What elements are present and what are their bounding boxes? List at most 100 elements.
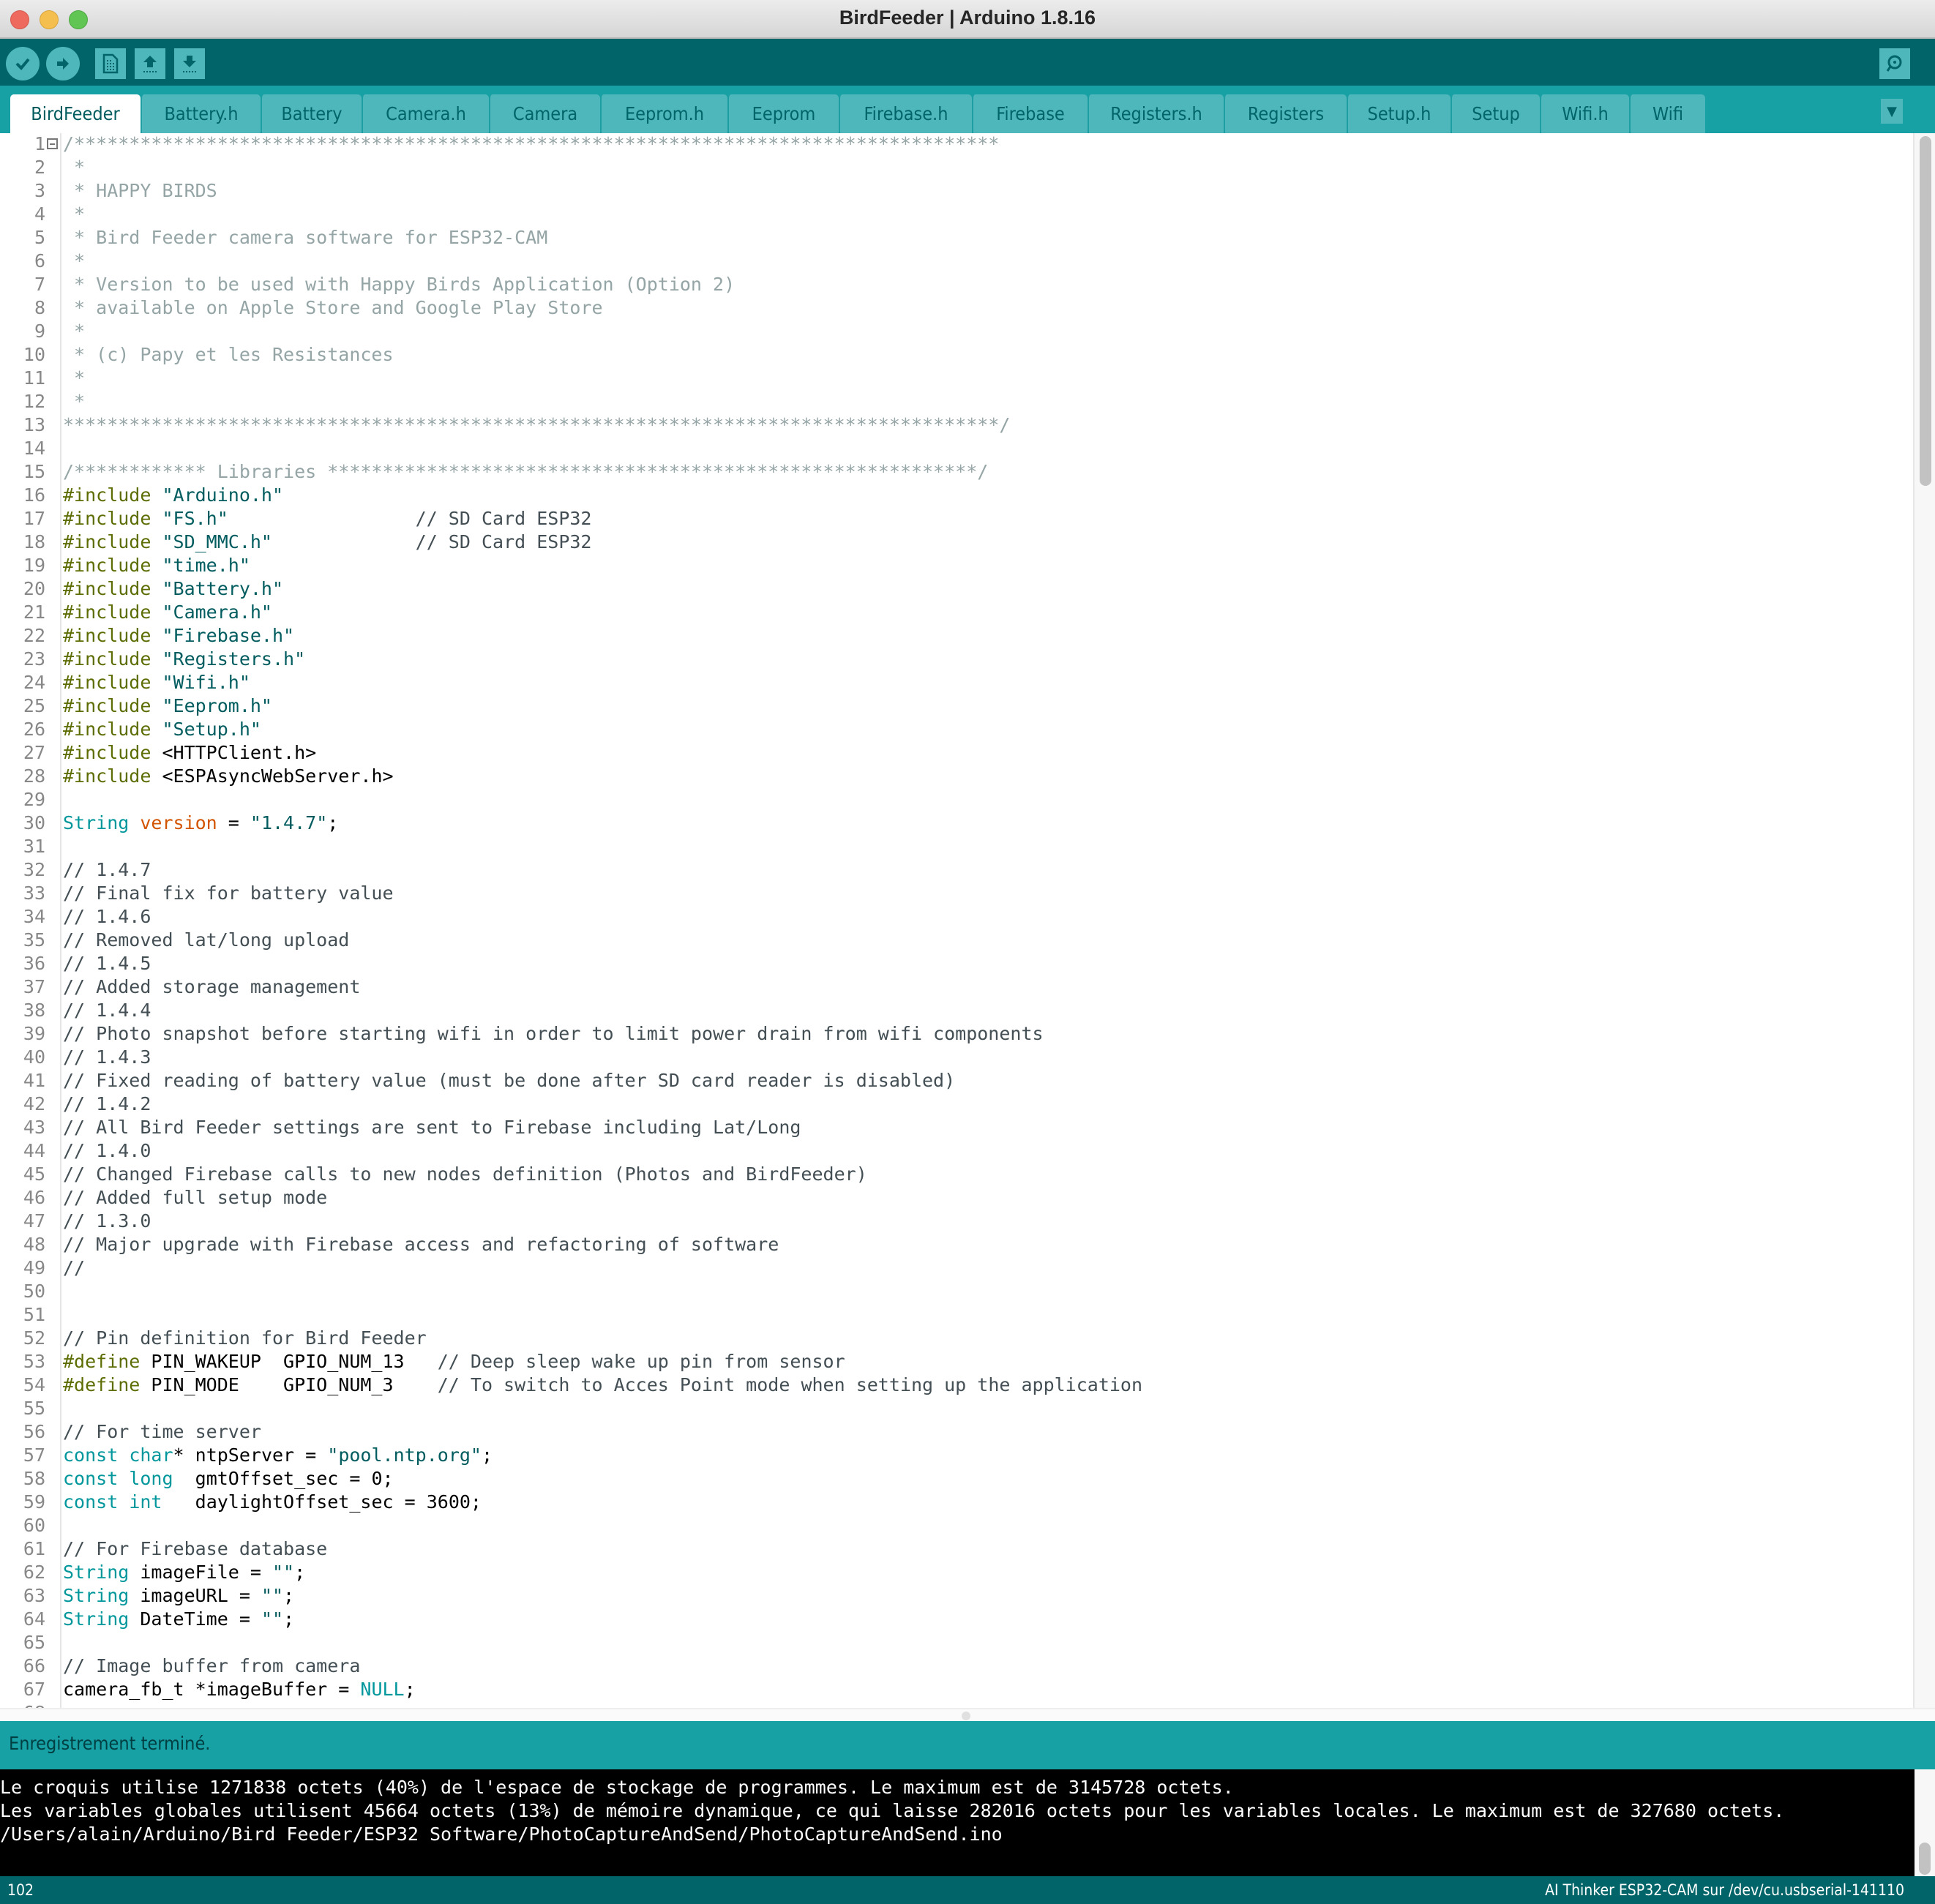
line-number: 1 bbox=[34, 133, 45, 154]
code-token: "Arduino.h" bbox=[162, 484, 284, 506]
tab-firebase-h[interactable]: Firebase.h bbox=[839, 94, 972, 133]
code-token: // SD Card ESP32 bbox=[415, 531, 592, 552]
line-number: 26 bbox=[23, 719, 45, 740]
code-text: const int daylightOffset_sec = 3600; bbox=[63, 1491, 482, 1513]
code-text: #include "Camera.h" bbox=[63, 601, 272, 623]
line-number: 59 bbox=[23, 1491, 45, 1513]
code-token: // All Bird Feeder settings are sent to … bbox=[63, 1117, 801, 1138]
code-token: #include bbox=[63, 672, 162, 693]
line-number: 35 bbox=[23, 929, 45, 951]
editor-vertical-scrollbar[interactable] bbox=[1913, 133, 1935, 1708]
tab-battery-h[interactable]: Battery.h bbox=[141, 94, 261, 133]
line-number: 55 bbox=[23, 1398, 45, 1419]
line-number: 10 bbox=[23, 344, 45, 365]
code-token: * bbox=[63, 391, 86, 412]
tab-eeprom-h[interactable]: Eeprom.h bbox=[600, 94, 727, 133]
code-token: // Photo snapshot before starting wifi i… bbox=[63, 1023, 1044, 1044]
code-token: DateTime = bbox=[129, 1608, 261, 1630]
line-number: 49 bbox=[23, 1257, 45, 1278]
fold-collapse-icon[interactable] bbox=[47, 138, 58, 149]
line-number: 13 bbox=[23, 414, 45, 435]
tab-camera-h[interactable]: Camera.h bbox=[362, 94, 489, 133]
code-token: // 1.4.6 bbox=[63, 906, 151, 927]
status-bar: Enregistrement terminé. bbox=[0, 1721, 1935, 1769]
arrow-up-icon bbox=[143, 56, 157, 72]
code-token: // Fixed reading of battery value (must … bbox=[63, 1070, 956, 1091]
tab-wifi[interactable]: Wifi bbox=[1629, 94, 1705, 133]
code-editor[interactable]: 1 /**************************************… bbox=[0, 133, 1935, 1708]
line-number: 34 bbox=[23, 906, 45, 927]
console-scrollbar[interactable] bbox=[1915, 1769, 1935, 1876]
code-token: daylightOffset_sec = 3600; bbox=[162, 1491, 482, 1513]
code-token: #include bbox=[63, 555, 162, 576]
tab-setup-h[interactable]: Setup.h bbox=[1347, 94, 1451, 133]
code-token: gmtOffset_sec = 0; bbox=[173, 1468, 394, 1489]
code-token: ; bbox=[294, 1562, 306, 1583]
code-token: ; bbox=[283, 1585, 295, 1606]
code-token: NULL bbox=[360, 1679, 405, 1700]
code-token: * bbox=[63, 203, 86, 225]
code-token: String bbox=[63, 812, 130, 833]
line-number: 64 bbox=[23, 1608, 45, 1630]
code-token: "FS.h" bbox=[162, 508, 228, 529]
code-token: ; bbox=[404, 1679, 416, 1700]
code-token: #include bbox=[63, 648, 162, 670]
line-number: 3 bbox=[34, 180, 45, 201]
code-token: "" bbox=[272, 1562, 295, 1583]
editor-scroll-thumb[interactable] bbox=[1920, 136, 1931, 486]
code-text: // Image buffer from camera bbox=[63, 1655, 360, 1676]
code-token: * Bird Feeder camera software for ESP32-… bbox=[63, 227, 548, 248]
upload-button[interactable] bbox=[46, 47, 80, 80]
tab-battery[interactable]: Battery bbox=[261, 94, 362, 133]
code-text: * bbox=[63, 157, 85, 178]
code-text: String imageURL = ""; bbox=[63, 1585, 294, 1606]
code-token: String bbox=[63, 1562, 130, 1583]
code-token: long bbox=[129, 1468, 173, 1489]
line-number: 46 bbox=[23, 1187, 45, 1208]
code-token: const bbox=[63, 1468, 119, 1489]
code-token: /************ Libraries ****************… bbox=[63, 461, 989, 482]
verify-button[interactable] bbox=[6, 47, 40, 80]
code-token: #include bbox=[63, 531, 162, 552]
code-token: camera_fb_t *imageBuffer = bbox=[63, 1679, 361, 1700]
board-port-info: AI Thinker ESP32-CAM sur /dev/cu.usbseri… bbox=[1545, 1881, 1904, 1899]
line-number: 41 bbox=[23, 1070, 45, 1091]
open-sketch-button[interactable] bbox=[135, 48, 165, 79]
tab-birdfeeder[interactable]: BirdFeeder bbox=[10, 94, 141, 133]
tab-eeprom[interactable]: Eeprom bbox=[727, 94, 839, 133]
tab-registers[interactable]: Registers bbox=[1224, 94, 1347, 133]
code-token: // 1.4.5 bbox=[63, 953, 151, 974]
tab-menu-dropdown[interactable]: ▼ bbox=[1881, 99, 1903, 124]
code-token: ; bbox=[327, 812, 339, 833]
serial-monitor-button[interactable] bbox=[1879, 48, 1910, 79]
line-number: 54 bbox=[23, 1374, 45, 1395]
new-sketch-button[interactable] bbox=[95, 48, 126, 79]
code-token: String bbox=[63, 1585, 130, 1606]
console-output: Le croquis utilise 1271838 octets (40%) … bbox=[0, 1769, 1935, 1876]
console-line: Le croquis utilise 1271838 octets (40%) … bbox=[0, 1777, 1234, 1798]
code-token: * available on Apple Store and Google Pl… bbox=[63, 297, 603, 318]
code-text: String DateTime = ""; bbox=[63, 1608, 294, 1630]
save-sketch-button[interactable] bbox=[174, 48, 205, 79]
line-number: 56 bbox=[23, 1421, 45, 1442]
tab-setup[interactable]: Setup bbox=[1451, 94, 1540, 133]
tab-registers-h[interactable]: Registers.h bbox=[1088, 94, 1224, 133]
code-token: = bbox=[217, 812, 250, 833]
code-text: * bbox=[63, 321, 85, 342]
line-number: 14 bbox=[23, 438, 45, 459]
code-text: #include "FS.h" // SD Card ESP32 bbox=[63, 508, 591, 529]
line-number: 2 bbox=[34, 157, 45, 178]
code-text: #include "SD_MMC.h" // SD Card ESP32 bbox=[63, 531, 591, 552]
line-number: 53 bbox=[23, 1351, 45, 1372]
tab-wifi-h[interactable]: Wifi.h bbox=[1540, 94, 1629, 133]
code-token: #include bbox=[63, 484, 162, 506]
splitter-handle[interactable] bbox=[962, 1712, 970, 1720]
line-number: 4 bbox=[34, 203, 45, 225]
line-number: 58 bbox=[23, 1468, 45, 1489]
console-scroll-thumb[interactable] bbox=[1919, 1843, 1931, 1875]
tab-firebase[interactable]: Firebase bbox=[972, 94, 1088, 133]
tab-camera[interactable]: Camera bbox=[489, 94, 600, 133]
editor-console-splitter[interactable] bbox=[0, 1708, 1935, 1721]
code-text: camera_fb_t *imageBuffer = NULL; bbox=[63, 1679, 416, 1700]
